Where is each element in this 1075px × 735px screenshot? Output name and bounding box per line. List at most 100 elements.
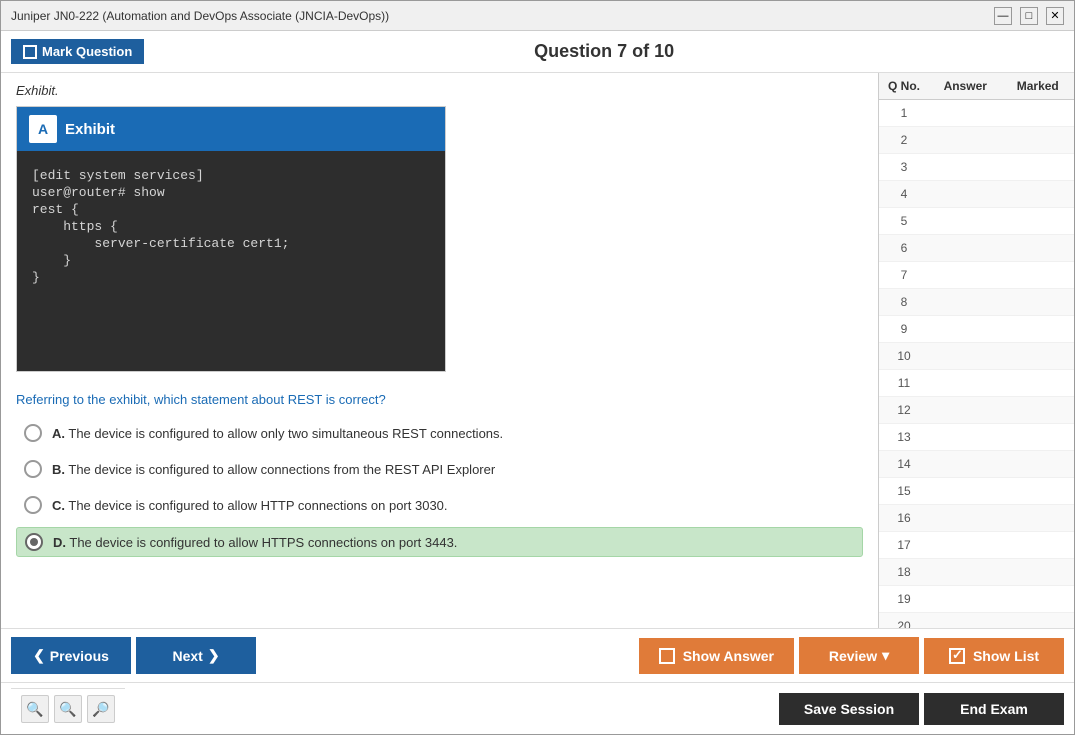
sidebar-cell-marked	[1002, 453, 1075, 475]
sidebar-cell-qno: 11	[879, 372, 929, 394]
zoom-normal-button[interactable]: 🔍	[54, 695, 82, 723]
sidebar-cell-answer	[929, 102, 1002, 124]
show-answer-icon	[659, 648, 675, 664]
sidebar-row[interactable]: 14	[879, 451, 1074, 478]
show-list-label: Show List	[973, 648, 1039, 664]
sidebar-cell-answer	[929, 615, 1002, 628]
sidebar-cell-marked	[1002, 426, 1075, 448]
title-bar-controls: — □ ✕	[994, 7, 1064, 25]
bottom-nav-bar: ❮ Previous Next ❯ Show Answer Review ▾ S…	[1, 628, 1074, 682]
next-arrow-icon: ❯	[208, 647, 220, 664]
end-exam-button[interactable]: End Exam	[924, 693, 1064, 725]
next-button[interactable]: Next ❯	[136, 637, 256, 674]
show-list-icon	[949, 648, 965, 664]
content-area: Exhibit. A Exhibit [edit system services…	[1, 73, 879, 628]
sidebar-row[interactable]: 17	[879, 532, 1074, 559]
sidebar-cell-marked	[1002, 372, 1075, 394]
option-c-text: C. The device is configured to allow HTT…	[52, 498, 448, 513]
option-a[interactable]: A. The device is configured to allow onl…	[16, 419, 863, 447]
save-session-button[interactable]: Save Session	[779, 693, 919, 725]
sidebar-cell-answer	[929, 372, 1002, 394]
show-answer-label: Show Answer	[683, 648, 774, 664]
review-button[interactable]: Review ▾	[799, 637, 919, 674]
option-c-radio[interactable]	[24, 496, 42, 514]
sidebar-cell-marked	[1002, 210, 1075, 232]
sidebar-cell-marked	[1002, 264, 1075, 286]
mark-question-label: Mark Question	[42, 44, 132, 59]
maximize-button[interactable]: □	[1020, 7, 1038, 25]
sidebar-cell-marked	[1002, 318, 1075, 340]
sidebar-cell-answer	[929, 588, 1002, 610]
code-line-5: server-certificate cert1;	[32, 236, 430, 251]
sidebar-row[interactable]: 15	[879, 478, 1074, 505]
sidebar-row[interactable]: 13	[879, 424, 1074, 451]
exhibit-content: [edit system services] user@router# show…	[17, 151, 445, 371]
exhibit-header: A Exhibit	[17, 107, 445, 151]
sidebar-cell-marked	[1002, 129, 1075, 151]
zoom-controls: 🔍 🔍 🔍	[11, 688, 125, 729]
sidebar-cell-answer	[929, 210, 1002, 232]
sidebar-list[interactable]: 1 2 3 4 5 6 7 8	[879, 100, 1074, 628]
sidebar-cell-answer	[929, 480, 1002, 502]
sidebar-header: Q No. Answer Marked	[879, 73, 1074, 100]
sidebar-cell-answer	[929, 264, 1002, 286]
sidebar-cell-marked	[1002, 534, 1075, 556]
bottom-right-buttons: Save Session End Exam	[779, 693, 1064, 725]
sidebar-row[interactable]: 20	[879, 613, 1074, 628]
sidebar-cell-answer	[929, 237, 1002, 259]
show-answer-button[interactable]: Show Answer	[639, 638, 794, 674]
minimize-button[interactable]: —	[994, 7, 1012, 25]
sidebar-row[interactable]: 10	[879, 343, 1074, 370]
window-title: Juniper JN0-222 (Automation and DevOps A…	[11, 9, 389, 23]
sidebar-cell-qno: 10	[879, 345, 929, 367]
question-text: Referring to the exhibit, which statemen…	[16, 392, 863, 407]
sidebar-cell-answer	[929, 345, 1002, 367]
previous-button[interactable]: ❮ Previous	[11, 637, 131, 674]
sidebar-row[interactable]: 1	[879, 100, 1074, 127]
sidebar-cell-qno: 13	[879, 426, 929, 448]
sidebar-row[interactable]: 7	[879, 262, 1074, 289]
option-b-radio[interactable]	[24, 460, 42, 478]
option-b[interactable]: B. The device is configured to allow con…	[16, 455, 863, 483]
close-button[interactable]: ✕	[1046, 7, 1064, 25]
sidebar-row[interactable]: 2	[879, 127, 1074, 154]
sidebar-cell-qno: 2	[879, 129, 929, 151]
option-d-radio[interactable]	[25, 533, 43, 551]
question-title: Question 7 of 10	[144, 41, 1064, 62]
sidebar-row[interactable]: 16	[879, 505, 1074, 532]
mark-question-button[interactable]: Mark Question	[11, 39, 144, 64]
sidebar-cell-marked	[1002, 588, 1075, 610]
sidebar-row[interactable]: 6	[879, 235, 1074, 262]
option-a-radio[interactable]	[24, 424, 42, 442]
sidebar-row[interactable]: 5	[879, 208, 1074, 235]
sidebar-cell-marked	[1002, 480, 1075, 502]
option-a-text: A. The device is configured to allow onl…	[52, 426, 503, 441]
exhibit-box: A Exhibit [edit system services] user@ro…	[16, 106, 446, 372]
sidebar-cell-marked	[1002, 291, 1075, 313]
sidebar-row[interactable]: 11	[879, 370, 1074, 397]
sidebar-cell-qno: 7	[879, 264, 929, 286]
sidebar-row[interactable]: 19	[879, 586, 1074, 613]
sidebar-row[interactable]: 4	[879, 181, 1074, 208]
zoom-in-button[interactable]: 🔍	[21, 695, 49, 723]
sidebar-row[interactable]: 12	[879, 397, 1074, 424]
sidebar-cell-qno: 12	[879, 399, 929, 421]
option-c[interactable]: C. The device is configured to allow HTT…	[16, 491, 863, 519]
sidebar-cell-marked	[1002, 561, 1075, 583]
zoom-out-button[interactable]: 🔍	[87, 695, 115, 723]
option-d[interactable]: D. The device is configured to allow HTT…	[16, 527, 863, 557]
code-line-2: user@router# show	[32, 185, 430, 200]
sidebar-row[interactable]: 9	[879, 316, 1074, 343]
code-line-3: rest {	[32, 202, 430, 217]
main-window: Juniper JN0-222 (Automation and DevOps A…	[0, 0, 1075, 735]
sidebar-col-answer: Answer	[929, 77, 1002, 95]
sidebar-cell-qno: 3	[879, 156, 929, 178]
sidebar-row[interactable]: 18	[879, 559, 1074, 586]
sidebar-row[interactable]: 3	[879, 154, 1074, 181]
sidebar-col-qno: Q No.	[879, 77, 929, 95]
sidebar-cell-answer	[929, 426, 1002, 448]
sidebar-cell-qno: 4	[879, 183, 929, 205]
sidebar-row[interactable]: 8	[879, 289, 1074, 316]
prev-arrow-icon: ❮	[33, 647, 45, 664]
show-list-button[interactable]: Show List	[924, 638, 1064, 674]
